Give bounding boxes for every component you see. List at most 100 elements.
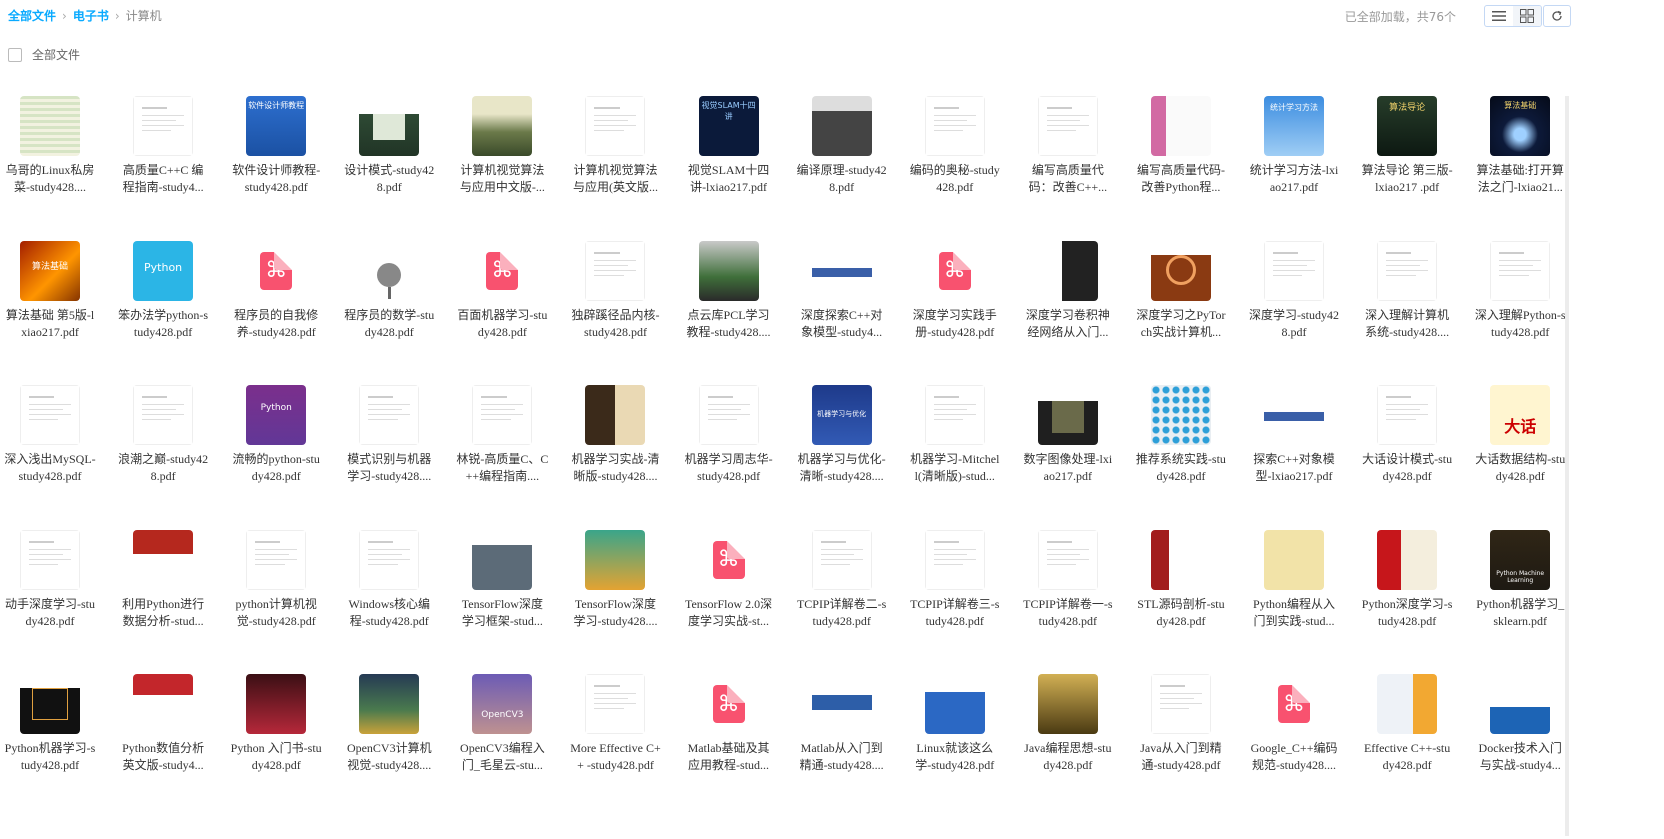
file-item[interactable]: Python数值分析英文版-study4... bbox=[113, 674, 226, 819]
file-thumbnail bbox=[1264, 240, 1325, 301]
file-name: Python机器学习-study428.pdf bbox=[4, 741, 96, 772]
file-item[interactable]: 编写高质量代码：改善C++... bbox=[1018, 96, 1131, 241]
file-item[interactable]: 程序员的数学-study428.pdf bbox=[339, 241, 452, 386]
file-item[interactable]: STL源码剖析-study428.pdf bbox=[1131, 529, 1244, 675]
file-item[interactable]: ⌘ TensorFlow 2.0深度学习实战-st... bbox=[679, 530, 792, 675]
file-item[interactable]: 计算机视觉算法与应用(英文版... bbox=[565, 96, 678, 241]
file-item[interactable]: 数字图像处理-lxiao217.pdf bbox=[1018, 385, 1131, 530]
file-item[interactable]: 模式识别与机器学习-study428.... bbox=[339, 385, 452, 530]
file-thumbnail: 算法基础 bbox=[20, 240, 80, 301]
file-item[interactable]: Python机器学习-study428.pdf bbox=[0, 674, 113, 819]
file-name: 深入理解Python-study428.pdf bbox=[1474, 307, 1566, 339]
breadcrumb-root[interactable]: 全部文件 bbox=[8, 7, 56, 24]
file-item[interactable]: 视觉SLAM十四讲 视觉SLAM十四讲-lxiao217.pdf bbox=[679, 96, 792, 241]
file-item[interactable]: OpenCV3计算机视觉-study428.... bbox=[339, 674, 452, 819]
file-item[interactable]: TCPIP详解卷二-study428.pdf bbox=[792, 529, 905, 675]
file-name: Matlab基础及其应用教程-stud... bbox=[687, 741, 770, 772]
file-item[interactable]: 算法基础算法基础 第5版-lxiao217.pdf bbox=[0, 240, 113, 386]
file-item[interactable]: 乌哥的Linux私房菜-study428.... bbox=[0, 96, 113, 241]
file-item[interactable]: Windows核心编程-study428.pdf bbox=[339, 529, 452, 675]
file-item[interactable]: ⌘ 百面机器学习-study428.pdf bbox=[452, 241, 565, 386]
file-name: 点云库PCL学习教程-study428.... bbox=[686, 307, 771, 339]
file-item[interactable]: Effective C++-study428.pdf bbox=[1357, 674, 1470, 819]
file-item[interactable]: 大话设计模式-study428.pdf bbox=[1357, 385, 1470, 530]
file-item[interactable]: 机器学习实战-清晰版-study428.... bbox=[565, 385, 678, 530]
file-name: Python数值分析英文版-study4... bbox=[122, 741, 205, 772]
file-item[interactable]: Python 笨办法学python-study428.pdf bbox=[113, 240, 226, 386]
file-item[interactable]: 编写高质量代码-改善Python程... bbox=[1131, 96, 1244, 241]
scrollbar[interactable] bbox=[1565, 96, 1569, 836]
file-item[interactable]: ⌘ 程序员的自我修养-study428.pdf bbox=[226, 241, 339, 386]
file-item[interactable]: Python深度学习-study428.pdf bbox=[1357, 529, 1470, 675]
file-item[interactable]: 推荐系统实践-study428.pdf bbox=[1131, 385, 1244, 530]
file-name: 大话设计模式-study428.pdf bbox=[1362, 452, 1453, 483]
file-item[interactable]: ⌘ Matlab基础及其应用教程-stud... bbox=[679, 674, 792, 819]
file-item[interactable]: 机器学习-Mitchell(清晰版)-stud... bbox=[905, 385, 1018, 530]
file-thumbnail bbox=[1377, 240, 1438, 301]
file-item[interactable]: 点云库PCL学习教程-study428.... bbox=[679, 240, 792, 386]
file-item[interactable]: 深度学习-study428.pdf bbox=[1244, 240, 1357, 386]
file-name: OpenCV3编程入门_毛星云-stu... bbox=[460, 741, 545, 772]
file-thumbnail bbox=[1377, 385, 1438, 445]
file-item[interactable]: Python编程从入门到实践-stud... bbox=[1244, 529, 1357, 675]
file-item[interactable]: 算法导论 算法导论 第三版-lxiao217 .pdf bbox=[1357, 96, 1470, 241]
file-item[interactable]: Python 入门书-study428.pdf bbox=[226, 674, 339, 819]
file-item[interactable]: 编译原理-study428.pdf bbox=[792, 96, 905, 241]
file-item[interactable]: 设计模式-study428.pdf bbox=[339, 96, 452, 241]
file-thumbnail bbox=[1377, 529, 1438, 590]
file-item[interactable]: 深度探索C++对象模型-study4... bbox=[792, 240, 905, 386]
file-item[interactable]: 独辟蹊径品内核-study428.pdf bbox=[565, 240, 678, 386]
file-name: 算法基础 第5版-lxiao217.pdf bbox=[5, 307, 95, 339]
file-item[interactable]: 深入理解计算机系统-study428.... bbox=[1357, 240, 1470, 386]
file-item[interactable]: ⌘ Google_C++编码规范-study428.... bbox=[1244, 674, 1357, 819]
file-thumbnail bbox=[1264, 529, 1325, 590]
file-item[interactable]: Python 流畅的python-study428.pdf bbox=[226, 385, 339, 530]
file-name: 计算机视觉算法与应用中文版-... bbox=[459, 163, 545, 194]
file-item[interactable]: 浪潮之巅-study428.pdf bbox=[113, 385, 226, 530]
list-view-button[interactable] bbox=[1485, 6, 1513, 26]
file-name: 软件设计师教程-study428.pdf bbox=[232, 163, 321, 194]
file-item[interactable]: 动手深度学习-study428.pdf bbox=[0, 529, 113, 675]
file-item[interactable]: TCPIP详解卷三-study428.pdf bbox=[905, 529, 1018, 675]
file-item[interactable]: Java从入门到精通-study428.pdf bbox=[1131, 674, 1244, 819]
file-name: TensorFlow深度学习-study428.... bbox=[573, 596, 658, 628]
file-item[interactable]: Linux就该这么学-study428.pdf bbox=[905, 674, 1018, 819]
file-item[interactable]: Matlab从入门到精通-study428.... bbox=[792, 674, 905, 819]
file-item[interactable]: 机器学习与优化 机器学习与优化-清晰-study428.... bbox=[792, 385, 905, 530]
breadcrumb-separator: › bbox=[62, 8, 67, 23]
file-item[interactable]: 高质量C++C 编程指南-study4... bbox=[113, 96, 226, 241]
file-item[interactable]: 深入浅出MySQL-study428.pdf bbox=[0, 385, 113, 530]
breadcrumb-parent[interactable]: 电子书 bbox=[73, 7, 109, 24]
file-item[interactable]: python计算机视觉-study428.pdf bbox=[226, 529, 339, 675]
file-item[interactable]: ⌘ 深度学习实践手册-study428.pdf bbox=[905, 241, 1018, 386]
file-item[interactable]: 软件设计师教程 软件设计师教程-study428.pdf bbox=[226, 96, 339, 241]
file-item[interactable]: 林锐-高质量C、C++编程指南.... bbox=[452, 385, 565, 530]
grid-view-button[interactable] bbox=[1513, 6, 1541, 26]
select-all-row: 全部文件 bbox=[8, 46, 80, 63]
select-all-checkbox[interactable] bbox=[8, 47, 22, 62]
file-thumbnail bbox=[359, 385, 420, 445]
file-thumbnail bbox=[811, 674, 872, 734]
file-name: 独辟蹊径品内核-study428.pdf bbox=[571, 307, 660, 339]
file-name: 乌哥的Linux私房菜-study428.... bbox=[5, 163, 95, 194]
file-item[interactable]: TensorFlow深度学习框架-stud... bbox=[452, 529, 565, 675]
file-item[interactable]: 计算机视觉算法与应用中文版-... bbox=[452, 96, 565, 241]
file-item[interactable]: Java编程思想-study428.pdf bbox=[1018, 674, 1131, 819]
file-item[interactable]: 机器学习周志华-study428.pdf bbox=[679, 385, 792, 530]
file-item[interactable]: 统计学习方法 统计学习方法-lxiao217.pdf bbox=[1244, 96, 1357, 241]
file-item[interactable]: TensorFlow深度学习-study428.... bbox=[565, 529, 678, 675]
file-item[interactable]: 编码的奥秘-study428.pdf bbox=[905, 96, 1018, 241]
file-item[interactable]: TCPIP详解卷一-study428.pdf bbox=[1018, 529, 1131, 675]
file-name: 大话数据结构-study428.pdf bbox=[1475, 452, 1566, 483]
file-item[interactable]: 深度学习卷积神经网络从入门... bbox=[1018, 240, 1131, 386]
file-thumbnail bbox=[1490, 674, 1551, 734]
file-thumbnail bbox=[246, 674, 307, 734]
file-name: TCPIP详解卷二-study428.pdf bbox=[796, 596, 887, 628]
file-thumbnail bbox=[1037, 674, 1098, 734]
file-item[interactable]: 利用Python进行数据分析-stud... bbox=[113, 529, 226, 675]
refresh-button[interactable] bbox=[1543, 5, 1571, 27]
file-item[interactable]: More Effective C++ -study428.pdf bbox=[565, 674, 678, 819]
file-item[interactable]: 探索C++对象模型-lxiao217.pdf bbox=[1244, 385, 1357, 530]
file-item[interactable]: 深度学习之PyTorch实战计算机... bbox=[1131, 241, 1244, 386]
file-item[interactable]: OpenCV3 OpenCV3编程入门_毛星云-stu... bbox=[452, 674, 565, 819]
